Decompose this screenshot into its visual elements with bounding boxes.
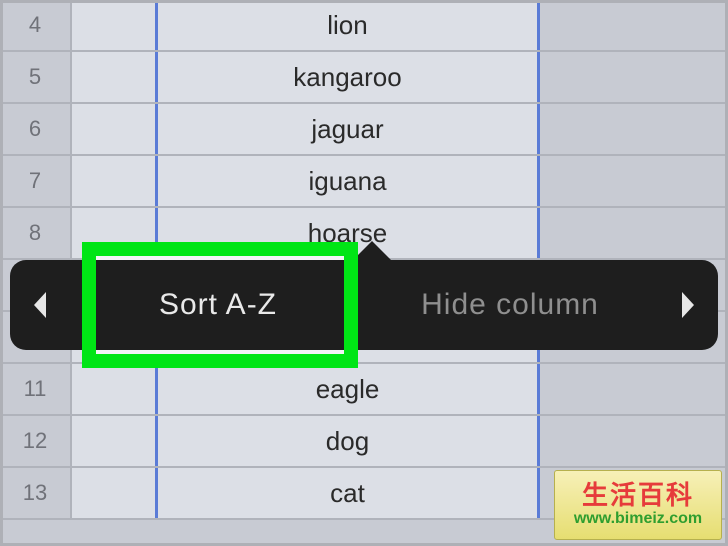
hide-column-button[interactable]: Hide column [364, 260, 656, 350]
cell-rest[interactable] [540, 364, 728, 414]
cell-spacer[interactable] [72, 364, 158, 414]
cell-spacer[interactable] [72, 468, 158, 518]
cell-spacer[interactable] [72, 52, 158, 102]
cell-rest[interactable] [540, 52, 728, 102]
cell-spacer[interactable] [72, 104, 158, 154]
watermark-url: www.bimeiz.com [574, 510, 702, 528]
cell-rest[interactable] [540, 0, 728, 50]
menu-prev-button[interactable] [10, 260, 72, 350]
table-row[interactable]: 11 eagle [0, 364, 728, 416]
cell-spacer[interactable] [72, 416, 158, 466]
row-header[interactable]: 12 [0, 416, 72, 466]
cell-data[interactable]: lion [158, 0, 540, 50]
watermark: 生活百科 www.bimeiz.com [554, 470, 722, 540]
cell-data[interactable]: cat [158, 468, 540, 518]
table-row[interactable]: 4 lion [0, 0, 728, 52]
cell-rest[interactable] [540, 416, 728, 466]
cell-rest[interactable] [540, 208, 728, 258]
chevron-left-icon [30, 290, 52, 320]
cell-rest[interactable] [540, 104, 728, 154]
cell-data[interactable]: jaguar [158, 104, 540, 154]
table-row[interactable]: 12 dog [0, 416, 728, 468]
row-header[interactable]: 7 [0, 156, 72, 206]
menu-body: Sort A-Z Hide column [72, 260, 656, 350]
context-menu: Sort A-Z Hide column [10, 260, 718, 350]
table-row[interactable]: 5 kangaroo [0, 52, 728, 104]
cell-data[interactable]: iguana [158, 156, 540, 206]
cell-rest[interactable] [540, 156, 728, 206]
cell-spacer[interactable] [72, 156, 158, 206]
cell-spacer[interactable] [72, 0, 158, 50]
row-header[interactable]: 5 [0, 52, 72, 102]
cell-spacer[interactable] [72, 208, 158, 258]
table-row[interactable]: 6 jaguar [0, 104, 728, 156]
cell-data[interactable]: dog [158, 416, 540, 466]
row-header[interactable]: 11 [0, 364, 72, 414]
row-header[interactable]: 6 [0, 104, 72, 154]
watermark-title: 生活百科 [582, 482, 694, 508]
sort-az-button[interactable]: Sort A-Z [72, 260, 364, 350]
row-header[interactable]: 8 [0, 208, 72, 258]
chevron-right-icon [676, 290, 698, 320]
cell-data[interactable]: eagle [158, 364, 540, 414]
row-header[interactable]: 4 [0, 0, 72, 50]
cell-data[interactable]: hoarse [158, 208, 540, 258]
row-header[interactable]: 13 [0, 468, 72, 518]
cell-data[interactable]: kangaroo [158, 52, 540, 102]
menu-next-button[interactable] [656, 260, 718, 350]
table-row[interactable]: 7 iguana [0, 156, 728, 208]
